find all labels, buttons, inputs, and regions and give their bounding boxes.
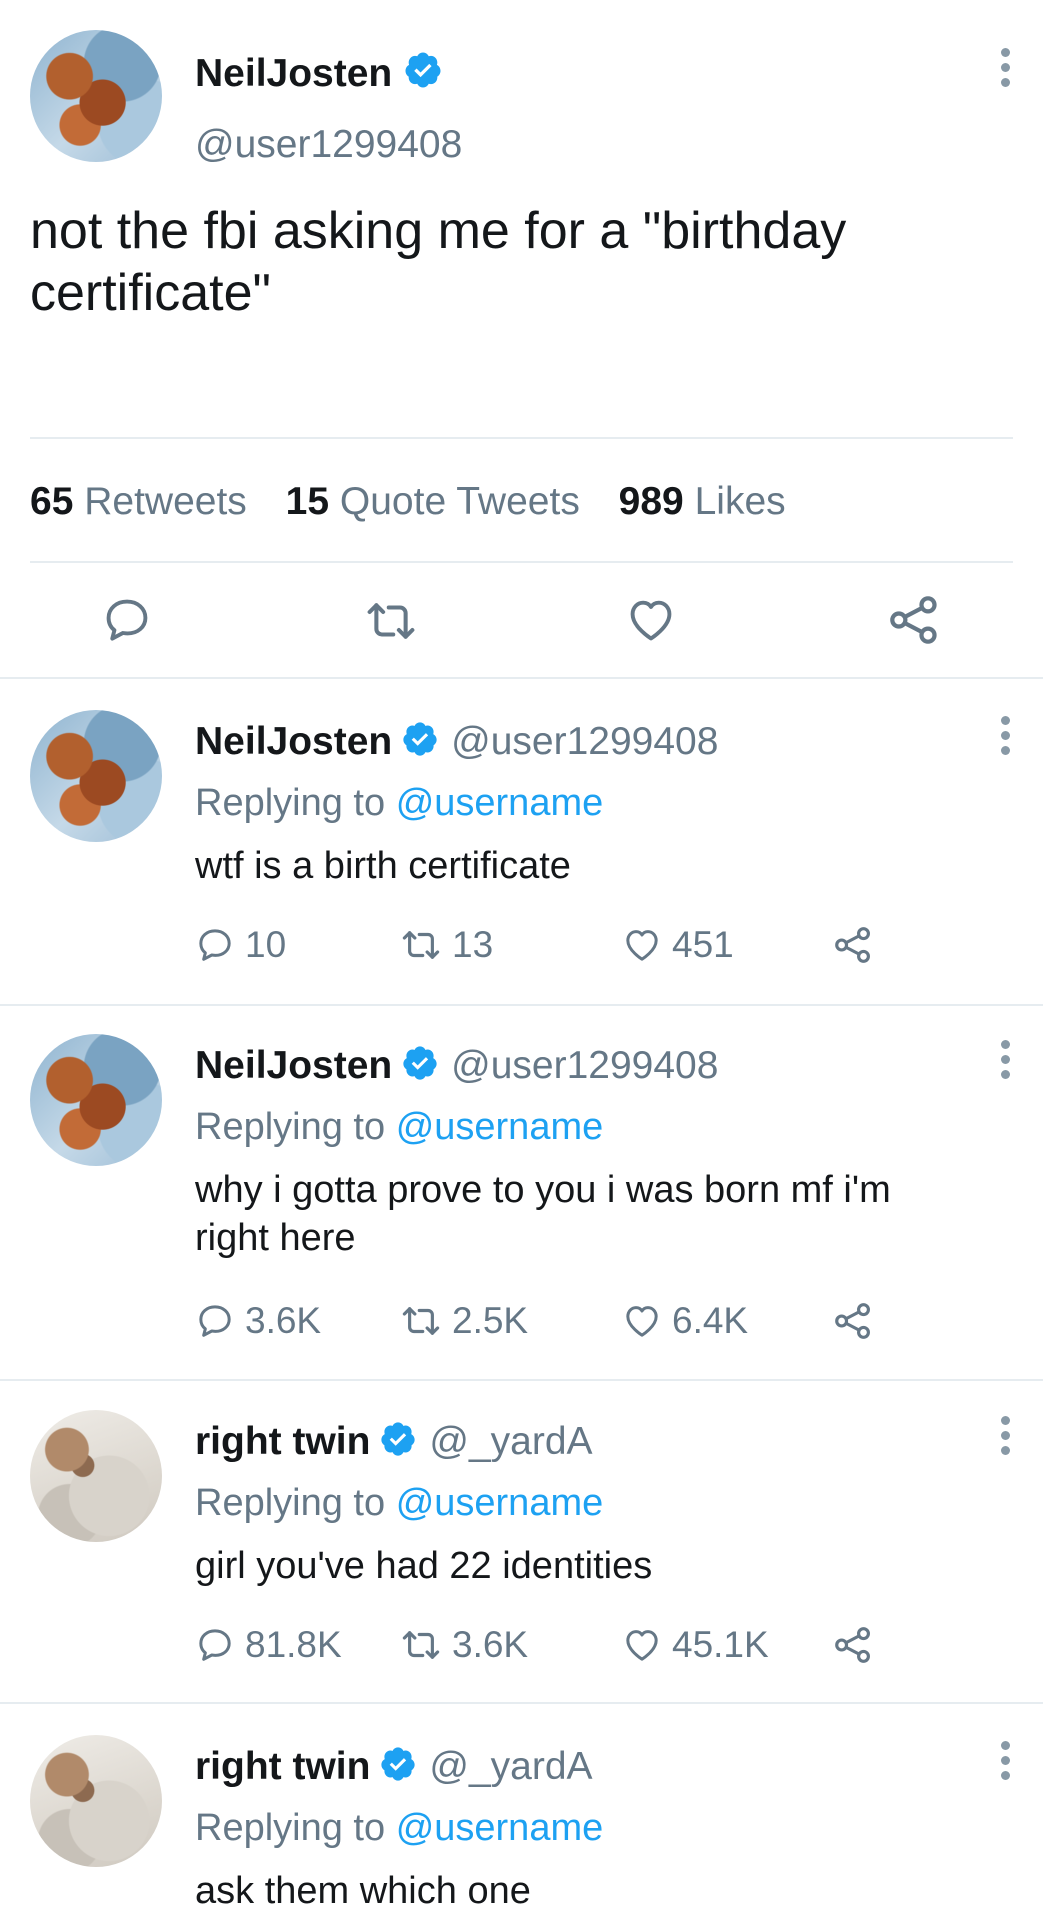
reply-text: wtf is a birth certificate	[195, 845, 571, 887]
avatar[interactable]	[30, 1735, 162, 1867]
verified-badge-icon	[401, 1044, 439, 1082]
replying-to: Replying to @username	[195, 1807, 604, 1849]
share-icon[interactable]	[886, 592, 942, 648]
retweet-icon	[400, 1624, 442, 1666]
reply-header: NeilJosten @user1299408	[195, 720, 718, 764]
reply-icon	[195, 1625, 235, 1665]
tweet-text: not the fbi asking me for a "birthday ce…	[30, 200, 1020, 324]
like-count: 6.4K	[672, 1300, 749, 1341]
like-action[interactable]: 451	[622, 924, 734, 966]
reply-header: right twin @_yardA	[195, 1420, 593, 1464]
reply-count: 3.6K	[245, 1300, 322, 1341]
mention-link[interactable]: @username	[396, 1807, 604, 1849]
retweet-count: 2.5K	[452, 1300, 529, 1341]
reply-icon	[195, 1301, 235, 1341]
more-options-icon[interactable]	[985, 1735, 1025, 1795]
like-count: 45.1K	[672, 1624, 769, 1665]
replying-to: Replying to @username	[195, 782, 604, 824]
display-name[interactable]: right twin	[195, 1420, 370, 1463]
verified-badge-icon	[403, 50, 443, 90]
quote-tweets-stat[interactable]: 15 Quote Tweets	[286, 480, 580, 523]
display-name[interactable]: right twin	[195, 1745, 370, 1788]
reply-text: why i gotta prove to you i was born mf i…	[195, 1169, 891, 1259]
reply-icon[interactable]	[101, 594, 153, 646]
verified-badge-icon	[379, 1745, 417, 1783]
retweet-action[interactable]: 13	[400, 924, 493, 966]
handle[interactable]: @user1299408	[195, 123, 462, 167]
heart-icon[interactable]	[625, 594, 677, 646]
share-icon[interactable]	[832, 924, 874, 966]
heart-icon	[622, 1625, 662, 1665]
like-action[interactable]: 45.1K	[622, 1624, 769, 1666]
retweets-stat[interactable]: 65 Retweets	[30, 480, 247, 523]
retweet-count: 3.6K	[452, 1624, 529, 1665]
tweet-stats: 65 Retweets 15 Quote Tweets 989 Likes	[30, 480, 786, 524]
reply-action[interactable]: 10	[195, 924, 286, 966]
tweet-header: NeilJosten	[195, 50, 443, 96]
replying-to: Replying to @username	[195, 1482, 604, 1524]
display-name[interactable]: NeilJosten	[195, 720, 392, 763]
display-name[interactable]: NeilJosten	[195, 1044, 392, 1087]
verified-badge-icon	[379, 1420, 417, 1458]
divider	[30, 561, 1013, 563]
like-count: 451	[672, 924, 734, 965]
retweet-icon	[400, 1300, 442, 1342]
divider	[0, 1379, 1043, 1381]
mention-link[interactable]: @username	[396, 1106, 604, 1148]
retweet-icon	[400, 924, 442, 966]
heart-icon	[622, 925, 662, 965]
reply-text: girl you've had 22 identities	[195, 1545, 653, 1587]
avatar[interactable]	[30, 710, 162, 842]
divider	[0, 677, 1043, 679]
handle[interactable]: @user1299408	[451, 720, 718, 763]
likes-stat[interactable]: 989 Likes	[619, 480, 786, 523]
avatar[interactable]	[30, 1410, 162, 1542]
retweet-count: 13	[452, 924, 494, 965]
heart-icon	[622, 1301, 662, 1341]
handle[interactable]: @_yardA	[429, 1420, 592, 1463]
reply-action[interactable]: 3.6K	[195, 1300, 321, 1342]
mention-link[interactable]: @username	[396, 1482, 604, 1524]
mention-link[interactable]: @username	[396, 782, 604, 824]
like-action[interactable]: 6.4K	[622, 1300, 748, 1342]
retweet-action[interactable]: 2.5K	[400, 1300, 528, 1342]
tweet-text-line: not the fbi asking me for a "birthday	[30, 202, 847, 260]
divider	[0, 1702, 1043, 1704]
tweet-text-line: certificate"	[30, 264, 271, 322]
reply-action[interactable]: 81.8K	[195, 1624, 342, 1666]
retweet-icon[interactable]	[364, 594, 418, 648]
retweet-action[interactable]: 3.6K	[400, 1624, 528, 1666]
more-options-icon[interactable]	[985, 710, 1025, 770]
reply-header: right twin @_yardA	[195, 1745, 593, 1789]
display-name[interactable]: NeilJosten	[195, 52, 392, 95]
more-options-icon[interactable]	[985, 42, 1025, 102]
divider	[0, 1004, 1043, 1006]
replying-to: Replying to @username	[195, 1106, 604, 1148]
handle[interactable]: @_yardA	[429, 1745, 592, 1788]
reply-header: NeilJosten @user1299408	[195, 1044, 718, 1088]
more-options-icon[interactable]	[985, 1410, 1025, 1470]
share-icon[interactable]	[832, 1300, 874, 1342]
reply-count: 81.8K	[245, 1624, 342, 1665]
verified-badge-icon	[401, 720, 439, 758]
more-options-icon[interactable]	[985, 1034, 1025, 1094]
avatar[interactable]	[30, 30, 162, 162]
divider	[30, 437, 1013, 439]
avatar[interactable]	[30, 1034, 162, 1166]
handle[interactable]: @user1299408	[451, 1044, 718, 1087]
reply-text: ask them which one	[195, 1870, 531, 1912]
reply-count: 10	[245, 924, 287, 965]
reply-icon	[195, 925, 235, 965]
share-icon[interactable]	[832, 1624, 874, 1666]
